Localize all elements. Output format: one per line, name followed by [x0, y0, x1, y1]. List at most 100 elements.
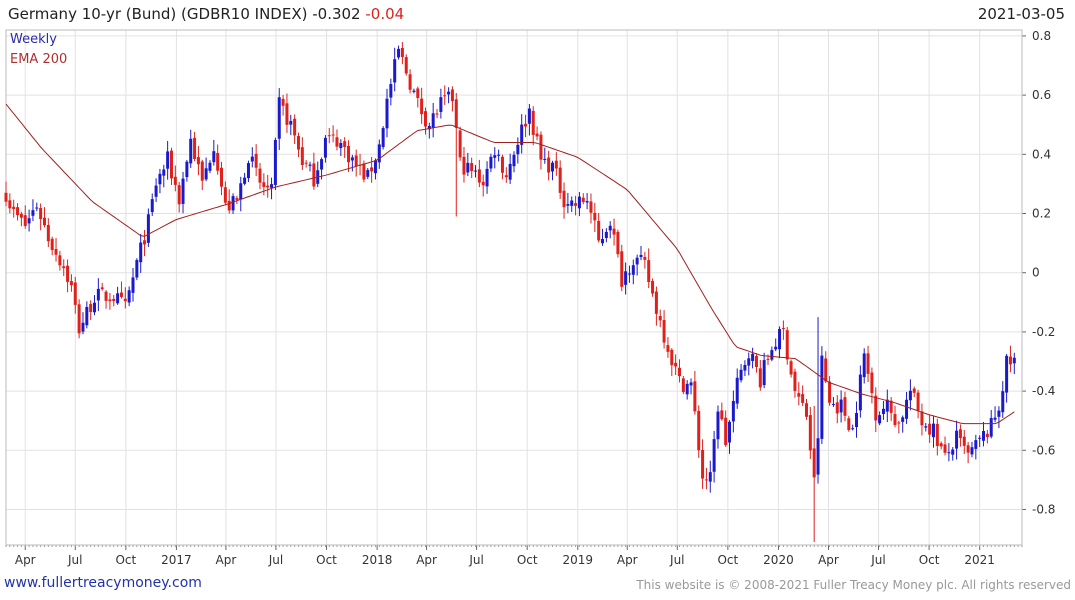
x-tick-label: Oct	[115, 553, 136, 567]
candle-body	[23, 215, 27, 226]
candle-body	[254, 153, 258, 168]
candle-body	[320, 159, 324, 170]
candle-body	[943, 444, 947, 453]
candle-body	[93, 302, 97, 313]
candle-body	[404, 57, 408, 74]
candle-body	[851, 428, 855, 430]
candle-body	[123, 298, 127, 302]
candle-body	[604, 231, 608, 239]
candle-body	[16, 207, 20, 216]
candle-body	[200, 161, 204, 181]
x-tick-label: Jul	[67, 553, 82, 567]
candle-body	[158, 173, 162, 185]
candle-body	[185, 161, 189, 178]
candle-body	[535, 133, 539, 137]
candle-body	[843, 397, 847, 416]
x-tick-label: Oct	[517, 553, 538, 567]
candle-body	[104, 291, 108, 301]
candle-body	[42, 217, 46, 226]
candle-body	[462, 156, 466, 175]
candle-body	[816, 438, 820, 475]
candle-body	[516, 144, 520, 155]
x-tick-label: Jul	[268, 553, 283, 567]
candle-body	[951, 449, 955, 455]
candle-body	[246, 163, 250, 179]
candle-body	[420, 98, 424, 115]
y-tick-label: -0.8	[1032, 502, 1055, 516]
candle-body	[504, 175, 508, 178]
candle-body	[581, 197, 585, 203]
y-tick-label: 0.2	[1032, 207, 1051, 221]
candle-body	[443, 95, 447, 97]
candle-body	[243, 177, 247, 184]
candle-body	[531, 110, 535, 135]
candle-body	[116, 293, 120, 304]
y-tick-label: 0	[1032, 266, 1040, 280]
candle-body	[966, 445, 970, 453]
candle-body	[435, 113, 439, 115]
candle-body	[270, 184, 274, 188]
candle-body	[831, 403, 835, 405]
candle-body	[566, 204, 570, 206]
candle-body	[1001, 391, 1005, 413]
candle-body	[223, 187, 227, 203]
x-tick-label: Jul	[468, 553, 483, 567]
x-tick-label: 2021	[964, 553, 995, 567]
candle-body	[550, 162, 554, 172]
candle-body	[339, 143, 343, 149]
candle-body	[701, 449, 705, 479]
candle-body	[785, 330, 789, 360]
candle-body	[373, 160, 377, 174]
candle-body	[343, 141, 347, 148]
candle-body	[620, 251, 624, 287]
candle-body	[712, 439, 716, 472]
site-link[interactable]: www.fullertreacymoney.com	[4, 575, 202, 591]
candle-body	[181, 178, 185, 204]
candle-body	[431, 113, 435, 128]
x-tick-label: 2020	[763, 553, 794, 567]
candle-body	[204, 168, 208, 180]
candle-body	[77, 304, 81, 334]
candle-body	[262, 182, 266, 187]
candle-body	[454, 99, 458, 128]
candle-body	[335, 137, 339, 147]
candle-body	[639, 254, 643, 258]
candle-body	[4, 192, 8, 202]
candle-body	[143, 240, 147, 245]
candle-body	[347, 145, 351, 163]
candle-body	[458, 130, 462, 158]
candle-body	[847, 418, 851, 431]
candle-body	[1008, 356, 1012, 365]
candle-body	[931, 423, 935, 438]
candle-body	[754, 355, 758, 368]
candle-body	[881, 408, 885, 415]
candle-body	[497, 154, 501, 156]
candle-body	[874, 395, 878, 421]
candle-body	[493, 155, 497, 158]
candle-body	[312, 163, 316, 187]
x-tick-label: 2018	[362, 553, 393, 567]
candle-body	[266, 185, 270, 188]
candle-body	[878, 415, 882, 424]
x-tick-label: Oct	[717, 553, 738, 567]
candle-body	[304, 162, 308, 164]
candle-body	[731, 400, 735, 422]
candle-body	[708, 472, 712, 482]
candle-body	[285, 103, 289, 125]
candle-body	[993, 417, 997, 420]
candle-body	[277, 97, 281, 139]
candle-body	[997, 410, 1001, 417]
candle-body	[681, 378, 685, 393]
candle-body	[489, 156, 493, 169]
candle-body	[781, 327, 785, 329]
candle-body	[855, 413, 859, 428]
candle-body	[866, 353, 870, 374]
candle-body	[58, 255, 62, 266]
candle-body	[647, 260, 651, 282]
candle-body	[227, 200, 231, 211]
candle-body	[804, 403, 808, 417]
candle-body	[408, 74, 412, 90]
candle-body	[793, 371, 797, 391]
x-tick-label: Oct	[316, 553, 337, 567]
candle-body	[85, 306, 89, 326]
